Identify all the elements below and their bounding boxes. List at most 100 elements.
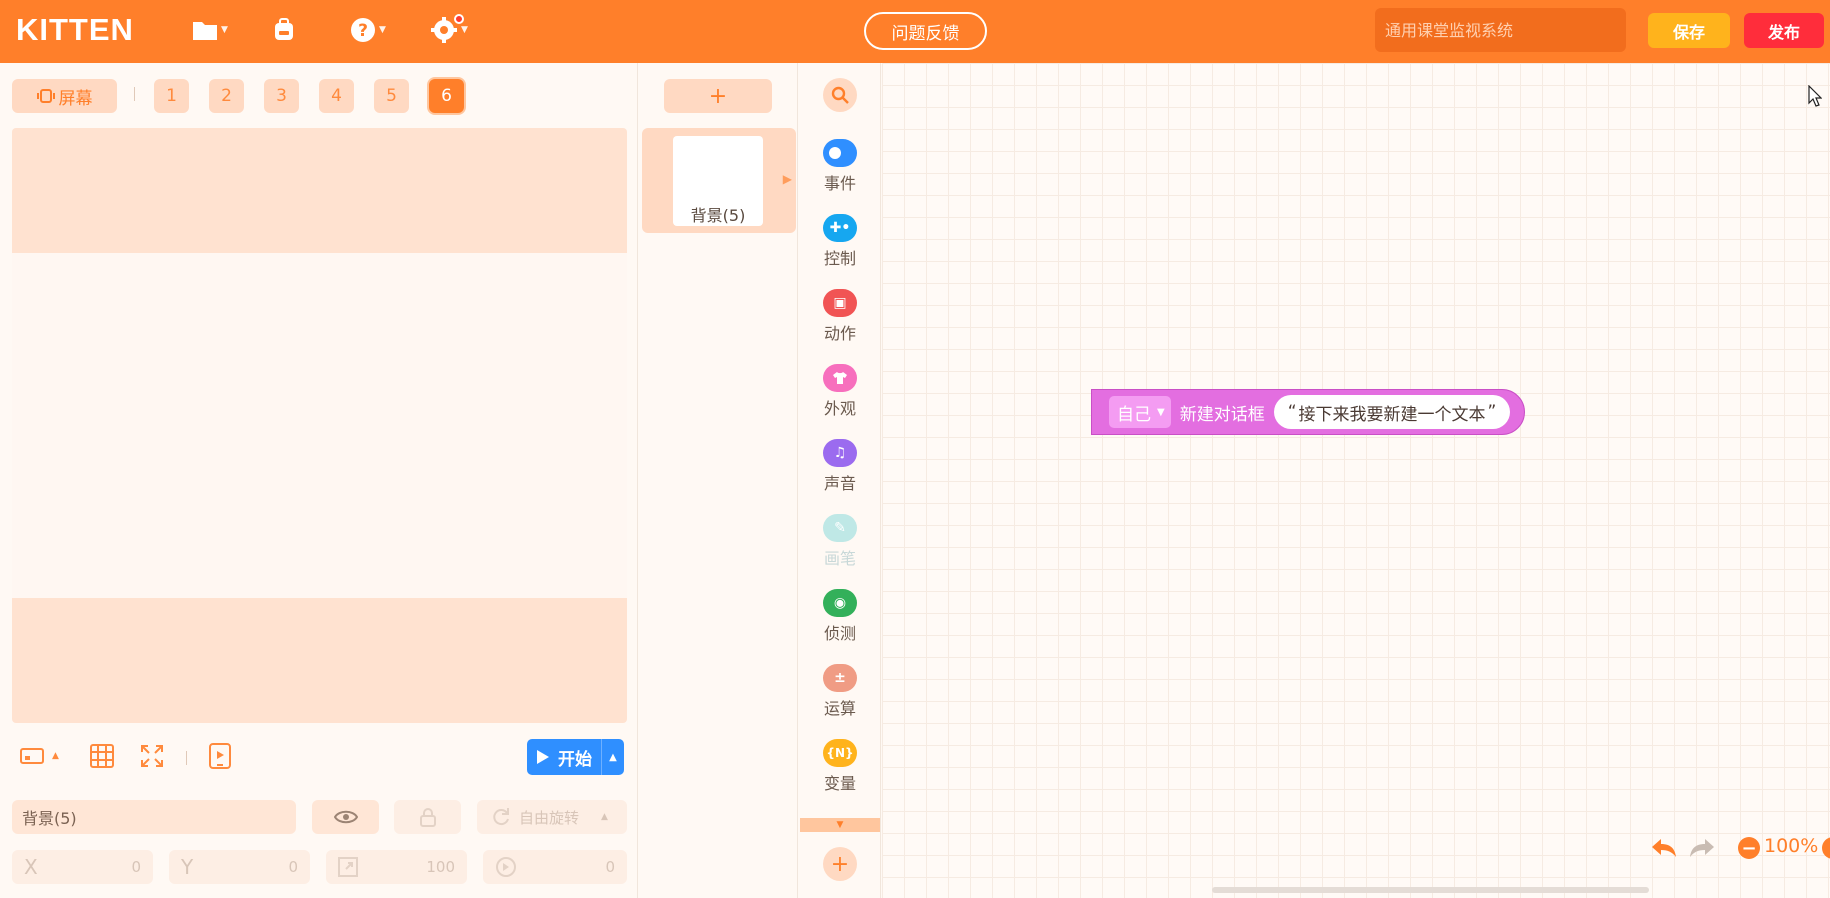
size-value: 100 bbox=[426, 858, 455, 876]
chevron-up-icon: ▲ bbox=[601, 812, 608, 822]
settings-menu-button[interactable]: ▼ bbox=[430, 14, 468, 46]
y-value: 0 bbox=[288, 858, 298, 876]
y-position-field[interactable]: Y 0 bbox=[169, 850, 310, 884]
screen-tab-6[interactable]: 6 bbox=[429, 79, 464, 113]
add-sprite-button[interactable]: + bbox=[664, 79, 772, 113]
direction-field[interactable]: 0 bbox=[483, 850, 627, 884]
app-logo: KITTEN bbox=[16, 12, 134, 47]
fullscreen-button[interactable] bbox=[140, 744, 164, 768]
gamepad-icon: ✚• bbox=[823, 214, 857, 242]
x-position-field[interactable]: X 0 bbox=[12, 850, 153, 884]
top-bar: KITTEN ▼ ? ▼ ▼ 问题反馈 保存 发布 bbox=[0, 0, 1830, 63]
fullscreen-icon bbox=[141, 745, 163, 767]
target-label: 自己 bbox=[1117, 404, 1151, 425]
stage-size-button[interactable]: ▲ bbox=[20, 747, 59, 765]
category-label: 事件 bbox=[823, 174, 856, 193]
undo-icon bbox=[1652, 839, 1676, 857]
category-pen[interactable]: ✎ 画笔 bbox=[799, 514, 881, 576]
quote-close: ” bbox=[1487, 402, 1497, 422]
rotation-mode-select[interactable]: 自由旋转 ▲ bbox=[477, 800, 627, 834]
sprite-name-field[interactable]: 背景(5) bbox=[12, 800, 296, 834]
category-looks[interactable]: 外观 bbox=[799, 364, 881, 426]
screen-tab-3[interactable]: 3 bbox=[264, 79, 299, 113]
toggle-icon bbox=[823, 139, 857, 167]
file-menu-button[interactable]: ▼ bbox=[192, 14, 228, 46]
stage-canvas[interactable] bbox=[12, 128, 627, 723]
direction-icon bbox=[496, 857, 516, 877]
notification-dot bbox=[453, 14, 464, 24]
screen-tab-2[interactable]: 2 bbox=[209, 79, 244, 113]
start-options-button[interactable]: ▲ bbox=[602, 752, 624, 763]
x-label: X bbox=[24, 855, 38, 879]
grid-toggle-button[interactable] bbox=[90, 744, 114, 768]
pen-icon: ✎ bbox=[823, 514, 857, 542]
rotation-mode-label: 自由旋转 bbox=[519, 808, 580, 827]
add-extension-button[interactable]: + bbox=[823, 847, 857, 881]
backpack-icon bbox=[275, 18, 293, 40]
mouse-cursor-icon bbox=[1808, 85, 1822, 107]
rotate-icon bbox=[493, 808, 509, 826]
quote-open: “ bbox=[1287, 402, 1297, 422]
chevron-down-icon: ▼ bbox=[836, 820, 844, 830]
redo-button[interactable] bbox=[1688, 837, 1716, 863]
block-search-button[interactable] bbox=[823, 78, 857, 112]
chevron-down-icon: ▼ bbox=[461, 25, 468, 35]
chevron-up-icon: ▲ bbox=[52, 751, 59, 761]
direction-value: 0 bbox=[605, 858, 615, 876]
start-label: 开始 bbox=[558, 749, 592, 770]
shirt-icon bbox=[823, 364, 857, 392]
start-button[interactable]: 开始 ▲ bbox=[527, 739, 624, 775]
search-icon bbox=[831, 86, 849, 104]
play-icon bbox=[537, 750, 549, 764]
sprite-card-label: 背景(5) bbox=[690, 206, 746, 225]
category-operators[interactable]: ± 运算 bbox=[799, 664, 881, 726]
sprite-card[interactable]: 背景(5) ▶ bbox=[642, 128, 796, 233]
category-label: 声音 bbox=[823, 474, 856, 493]
visibility-toggle[interactable] bbox=[312, 800, 379, 834]
music-icon: ♫ bbox=[823, 439, 857, 467]
zoom-in-button[interactable] bbox=[1822, 837, 1830, 859]
grid-icon bbox=[90, 744, 114, 768]
eye-icon bbox=[333, 810, 358, 824]
publish-button[interactable]: 发布 bbox=[1744, 13, 1824, 48]
target-dropdown[interactable]: 自己 ▼ bbox=[1109, 396, 1171, 428]
zoom-out-button[interactable]: − bbox=[1738, 837, 1760, 859]
size-field[interactable]: 100 bbox=[326, 850, 467, 884]
code-workspace[interactable]: 自己 ▼ 新建对话框 “ 接下来我要新建一个文本 ” − 100% bbox=[882, 63, 1830, 898]
category-sensing[interactable]: ◉ 侦测 bbox=[799, 589, 881, 651]
category-variables[interactable]: {N} 变量 bbox=[799, 739, 881, 801]
dialog-text-value: 接下来我要新建一个文本 bbox=[1298, 404, 1486, 425]
new-dialog-block[interactable]: 自己 ▼ 新建对话框 “ 接下来我要新建一个文本 ” bbox=[1091, 389, 1526, 435]
category-scroll-down[interactable]: ▼ bbox=[800, 818, 880, 832]
chevron-right-icon[interactable]: ▶ bbox=[783, 172, 792, 186]
help-menu-button[interactable]: ? ▼ bbox=[350, 14, 386, 46]
feedback-button[interactable]: 问题反馈 bbox=[864, 12, 987, 50]
project-name-input[interactable] bbox=[1375, 8, 1626, 52]
sprite-properties-row-2: X 0 Y 0 100 0 bbox=[12, 850, 627, 884]
category-control[interactable]: ✚• 控制 bbox=[799, 214, 881, 276]
math-icon: ± bbox=[823, 664, 857, 692]
block-action-label: 新建对话框 bbox=[1179, 404, 1265, 425]
chevron-down-icon: ▼ bbox=[221, 25, 228, 35]
undo-button[interactable] bbox=[1650, 837, 1678, 863]
screen-tab-5[interactable]: 5 bbox=[374, 79, 409, 113]
chevron-up-icon: ▲ bbox=[609, 751, 617, 763]
category-motion[interactable]: ▣ 动作 bbox=[799, 289, 881, 351]
lock-toggle[interactable] bbox=[394, 800, 461, 834]
category-sound[interactable]: ♫ 声音 bbox=[799, 439, 881, 501]
horizontal-scrollbar[interactable] bbox=[1212, 887, 1649, 893]
run-button[interactable]: 开始 bbox=[527, 739, 602, 775]
chevron-down-icon: ▼ bbox=[1157, 406, 1165, 418]
folder-icon bbox=[193, 22, 217, 40]
stage-toolbar: ▲ 开始 ▲ bbox=[12, 739, 627, 779]
device-preview-button[interactable] bbox=[209, 743, 231, 769]
screen-button[interactable]: 屏幕 bbox=[12, 79, 117, 113]
backpack-button[interactable] bbox=[271, 14, 297, 46]
chevron-down-icon: ▼ bbox=[379, 25, 386, 35]
category-label: 画笔 bbox=[823, 549, 856, 568]
save-button[interactable]: 保存 bbox=[1648, 13, 1730, 48]
dialog-text-input[interactable]: “ 接下来我要新建一个文本 ” bbox=[1273, 395, 1511, 429]
screen-tab-4[interactable]: 4 bbox=[319, 79, 354, 113]
category-events[interactable]: 事件 bbox=[799, 139, 881, 201]
screen-tab-1[interactable]: 1 bbox=[154, 79, 189, 113]
